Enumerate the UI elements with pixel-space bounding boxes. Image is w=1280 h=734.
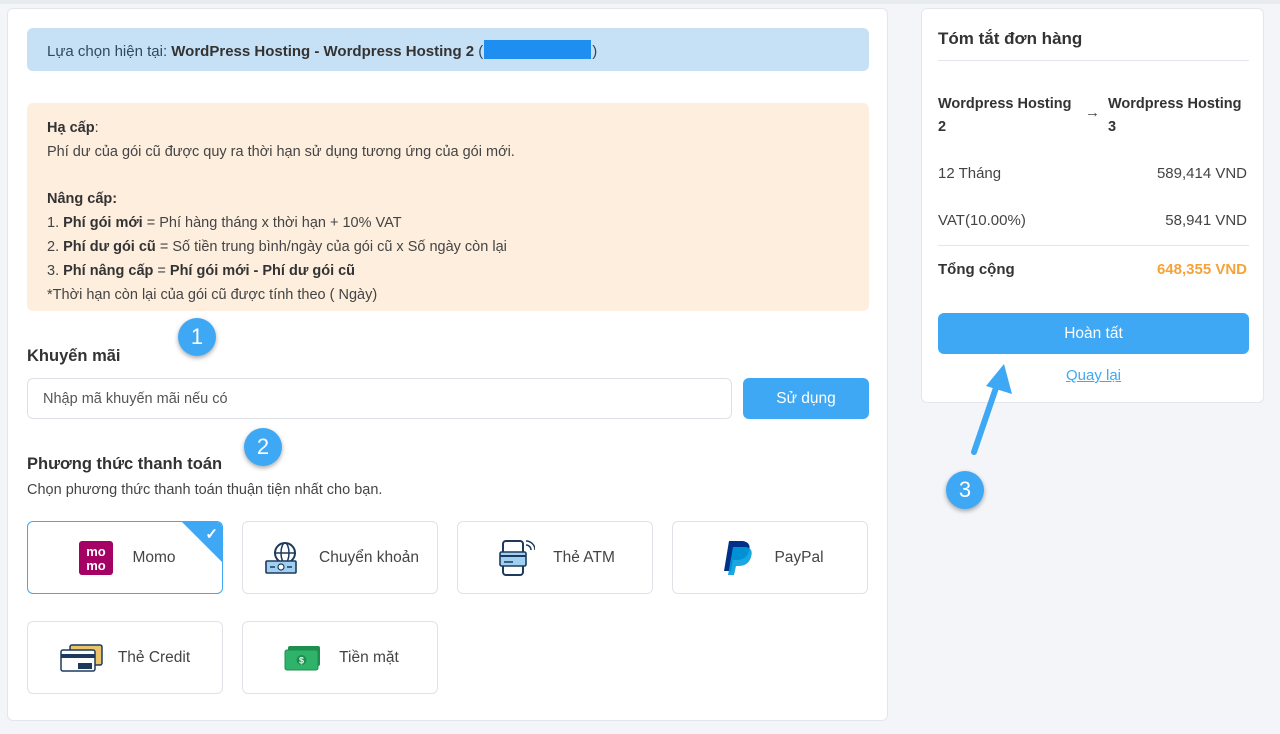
downgrade-text: Phí dư của gói cũ được quy ra thời hạn s… [47,144,515,160]
paren-open: ( [474,43,484,60]
period-label: 12 Tháng [938,165,1002,182]
from-plan: Wordpress Hosting 2 [938,96,1072,135]
downgrade-title: Hạ cấp [47,120,95,136]
cash-icon: $ [281,638,325,678]
arrow-right-icon: → [1085,104,1100,121]
momo-logo-top: mo [87,544,107,559]
total-label: Tổng cộng [938,261,1015,278]
annotation-arrow-icon [971,364,1012,455]
payment-method-subtitle: Chọn phương thức thanh toán thuận tiện n… [27,482,383,498]
summary-divider-total [938,245,1249,246]
credit-card-icon [60,638,104,678]
order-summary-card: Tóm tắt đơn hàng Wordpress Hosting 2 → W… [921,8,1264,403]
bank-transfer-icon [261,538,305,578]
paypal-icon [716,538,760,578]
formula-line-2: 2. Phí dư gói cũ = Số tiền trung bình/ng… [47,239,507,255]
to-plan: Wordpress Hosting 3 [1108,96,1242,135]
current-selection-bar: Lựa chọn hiện tại: WordPress Hosting - W… [27,28,869,71]
total-value: 648,355 VND [1156,261,1247,278]
payment-option-paypal[interactable]: PayPal [672,521,868,594]
svg-text:$: $ [299,655,304,665]
momo-logo-bottom: mo [87,558,107,573]
summary-title: Tóm tắt đơn hàng [938,29,1083,48]
current-selection-prefix: Lựa chọn hiện tại: [47,43,172,60]
payment-label-paypal: PayPal [774,548,824,566]
info-note: *Thời hạn còn lại của gói cũ được tính t… [47,287,378,303]
atm-card-icon [495,538,539,578]
payment-label-cash: Tiền mặt [339,648,399,666]
check-icon: ✓ [205,526,218,543]
upgrade-info-box: Hạ cấp: Phí dư của gói cũ được quy ra th… [27,103,869,311]
payment-label-momo: Momo [132,548,176,566]
payment-option-momo[interactable]: mo mo Momo ✓ [27,521,223,594]
vat-value: 58,941 VND [1165,212,1247,229]
downgrade-colon: : [94,120,99,136]
upgrade-title: Nâng cấp: [47,191,118,207]
checkout-card: Lựa chọn hiện tại: WordPress Hosting - W… [7,8,888,721]
step-badge-3: 3 [946,471,984,509]
period-value: 589,414 VND [1156,165,1247,182]
top-divider [0,0,1280,4]
payment-option-credit-card[interactable]: Thẻ Credit [27,621,223,694]
payment-option-bank-transfer[interactable]: Chuyển khoản [242,521,438,594]
promo-title: Khuyến mãi [27,347,121,365]
formula-line-3: 3. Phí nâng cấp = Phí gói mới - Phí dư g… [47,263,356,279]
payment-label-credit-card: Thẻ Credit [117,648,191,666]
payment-option-atm[interactable]: Thẻ ATM [457,521,653,594]
upgrade-heading: Nâng cấp: [47,187,849,211]
redacted-domain [484,40,592,59]
summary-divider-top [938,60,1249,61]
payment-label-atm: Thẻ ATM [553,548,615,566]
finish-button[interactable]: Hoàn tất [938,313,1249,354]
step-badge-2: 2 [244,428,282,466]
payment-method-title: Phương thức thanh toán [27,455,223,473]
downgrade-heading: Hạ cấp: [47,116,849,140]
step-badge-1: 1 [178,318,216,356]
current-selection-value: WordPress Hosting - Wordpress Hosting 2 [171,43,475,60]
payment-label-bank-transfer: Chuyển khoản [319,548,419,566]
payment-option-cash[interactable]: $ Tiền mặt [242,621,438,694]
apply-promo-button[interactable]: Sử dụng [743,378,869,419]
vat-label: VAT(10.00%) [938,212,1026,229]
momo-icon: mo mo [74,538,118,578]
promo-code-input[interactable] [27,378,732,419]
paren-close: ) [592,43,598,60]
formula-line-1: 1. Phí gói mới = Phí hàng tháng x thời h… [47,215,402,231]
